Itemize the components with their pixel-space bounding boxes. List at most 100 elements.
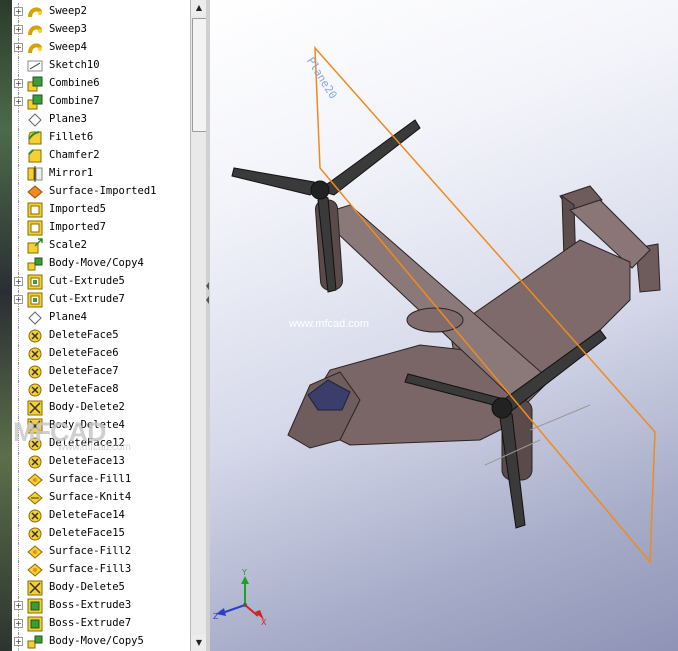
tree-item[interactable]: Imported5 bbox=[12, 201, 190, 219]
tree-item-label: Mirror1 bbox=[49, 167, 94, 179]
tree-item[interactable]: Surface-Imported1 bbox=[12, 183, 190, 201]
tree-item[interactable]: DeleteFace13 bbox=[12, 453, 190, 471]
tree-item[interactable]: + Boss-Extrude3 bbox=[12, 597, 190, 615]
tree-item[interactable]: Body-Move/Copy4 bbox=[12, 255, 190, 273]
tree-item[interactable]: + Cut-Extrude7 bbox=[12, 291, 190, 309]
scroll-up-arrow-icon[interactable]: ▲ bbox=[191, 0, 207, 16]
tree-item-label: Cut-Extrude7 bbox=[49, 293, 125, 305]
tree-item[interactable]: Fillet6 bbox=[12, 129, 190, 147]
body-delete-icon bbox=[27, 400, 43, 416]
cut-extrude-icon bbox=[27, 274, 43, 290]
tree-item-label: Surface-Fill3 bbox=[49, 563, 132, 575]
cut-extrude-icon bbox=[27, 292, 43, 308]
tree-item[interactable]: DeleteFace14 bbox=[12, 507, 190, 525]
feature-manager-tree[interactable]: + Sweep2 + Sweep3 + Sweep4 Sketch10 + Combine6 + C… bbox=[12, 0, 191, 651]
tree-item-label: Plane3 bbox=[49, 113, 87, 125]
scroll-down-arrow-icon[interactable]: ▼ bbox=[191, 635, 207, 651]
tree-item[interactable]: Sketch10 bbox=[12, 57, 190, 75]
tree-item[interactable]: + Sweep3 bbox=[12, 21, 190, 39]
tree-item-label: DeleteFace8 bbox=[49, 383, 119, 395]
tree-item-label: DeleteFace15 bbox=[49, 527, 125, 539]
tree-item[interactable]: + Cut-Extrude5 bbox=[12, 273, 190, 291]
tree-item-label: Chamfer2 bbox=[49, 149, 100, 161]
tree-item-label: Sketch10 bbox=[49, 59, 100, 71]
tree-guide-line bbox=[18, 165, 20, 183]
chamfer-icon bbox=[27, 148, 43, 164]
tree-item-label: Surface-Fill2 bbox=[49, 545, 132, 557]
surface-fill-icon bbox=[27, 544, 43, 560]
tree-guide-line bbox=[18, 579, 20, 597]
delete-face-icon bbox=[27, 508, 43, 524]
expand-icon[interactable]: + bbox=[14, 7, 23, 16]
tree-item[interactable]: + Sweep2 bbox=[12, 3, 190, 21]
expand-icon[interactable]: + bbox=[14, 25, 23, 34]
tree-item-label: DeleteFace13 bbox=[49, 455, 125, 467]
tree-guide-line bbox=[18, 237, 20, 255]
tree-item[interactable]: DeleteFace6 bbox=[12, 345, 190, 363]
imported-icon bbox=[27, 202, 43, 218]
tree-item[interactable]: Surface-Knit4 bbox=[12, 489, 190, 507]
tree-guide-line bbox=[18, 363, 20, 381]
tree-item[interactable]: Plane4 bbox=[12, 309, 190, 327]
expand-icon[interactable]: + bbox=[14, 79, 23, 88]
tree-item[interactable]: Surface-Fill1 bbox=[12, 471, 190, 489]
combine-icon bbox=[27, 94, 43, 110]
tree-item[interactable]: DeleteFace5 bbox=[12, 327, 190, 345]
tree-item-label: Body-Delete5 bbox=[49, 581, 125, 593]
expand-icon[interactable]: + bbox=[14, 277, 23, 286]
tree-item-label: Imported5 bbox=[49, 203, 106, 215]
tree-item[interactable]: DeleteFace8 bbox=[12, 381, 190, 399]
expand-icon[interactable]: + bbox=[14, 295, 23, 304]
expand-icon[interactable]: + bbox=[14, 601, 23, 610]
tree-item[interactable]: DeleteFace7 bbox=[12, 363, 190, 381]
fillet-icon bbox=[27, 130, 43, 146]
mirror-icon bbox=[27, 166, 43, 182]
tree-item-label: Body-Move/Copy4 bbox=[49, 257, 144, 269]
sketch-icon bbox=[27, 58, 43, 74]
tree-item[interactable]: Plane3 bbox=[12, 111, 190, 129]
tree-item-label: DeleteFace14 bbox=[49, 509, 125, 521]
sweep-icon bbox=[27, 40, 43, 56]
boss-extrude-icon bbox=[27, 598, 43, 614]
watermark-url: www.mfcad.com bbox=[289, 318, 370, 330]
tree-item[interactable]: Body-Delete2 bbox=[12, 399, 190, 417]
tree-item[interactable]: + Sweep4 bbox=[12, 39, 190, 57]
plane-icon bbox=[27, 310, 43, 326]
tree-item[interactable]: DeleteFace15 bbox=[12, 525, 190, 543]
tree-guide-line bbox=[18, 219, 20, 237]
tree-item[interactable]: Surface-Fill2 bbox=[12, 543, 190, 561]
sweep-icon bbox=[27, 22, 43, 38]
tree-item[interactable]: Body-Delete5 bbox=[12, 579, 190, 597]
tree-item[interactable]: Surface-Fill3 bbox=[12, 561, 190, 579]
delete-face-icon bbox=[27, 328, 43, 344]
imported-icon bbox=[27, 220, 43, 236]
delete-face-icon bbox=[27, 346, 43, 362]
surface-fill-icon bbox=[27, 562, 43, 578]
graphics-viewport[interactable]: Plane20 www.mfcad.com Y X Z bbox=[210, 0, 678, 651]
tree-item[interactable]: Scale2 bbox=[12, 237, 190, 255]
watermark-logo-url: www.mfcad.com bbox=[58, 442, 131, 453]
tree-item[interactable]: + Combine6 bbox=[12, 75, 190, 93]
tree-item[interactable]: Imported7 bbox=[12, 219, 190, 237]
tree-item-label: DeleteFace7 bbox=[49, 365, 119, 377]
tree-item[interactable]: + Boss-Extrude7 bbox=[12, 615, 190, 633]
tree-item[interactable]: Chamfer2 bbox=[12, 147, 190, 165]
expand-icon[interactable]: + bbox=[14, 619, 23, 628]
surface-knit-icon bbox=[27, 490, 43, 506]
tree-guide-line bbox=[18, 525, 20, 543]
tree-item[interactable]: + Body-Move/Copy5 bbox=[12, 633, 190, 651]
body-delete-icon bbox=[27, 580, 43, 596]
tree-guide-line bbox=[18, 345, 20, 363]
expand-icon[interactable]: + bbox=[14, 637, 23, 646]
expand-icon[interactable]: + bbox=[14, 43, 23, 52]
tree-guide-line bbox=[18, 327, 20, 345]
tree-guide-line bbox=[18, 507, 20, 525]
surface-imported-icon bbox=[27, 184, 43, 200]
scroll-thumb[interactable] bbox=[192, 18, 207, 132]
combine-icon bbox=[27, 76, 43, 92]
tree-item[interactable]: Mirror1 bbox=[12, 165, 190, 183]
tree-guide-line bbox=[18, 399, 20, 417]
tree-item[interactable]: + Combine7 bbox=[12, 93, 190, 111]
expand-icon[interactable]: + bbox=[14, 97, 23, 106]
tree-scrollbar[interactable]: ▲ ▼ bbox=[190, 0, 207, 651]
